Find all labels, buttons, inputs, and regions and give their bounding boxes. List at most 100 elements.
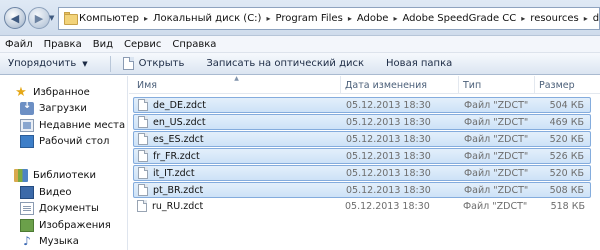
chevron-right-icon[interactable]: ▸ [348,14,352,23]
file-date: 05.12.2013 18:30 [345,200,430,212]
chevron-down-icon: ▼ [82,59,88,68]
breadcrumb-speedgrade[interactable]: Adobe SpeedGrade CC [402,13,516,24]
file-row[interactable]: it_IT.zdct 05.12.2013 18:30 Файл "ZDCT" 520… [133,165,591,181]
file-name: ru_RU.zdct [152,200,204,212]
nav-libraries[interactable]: Библиотеки [14,167,96,183]
chevron-right-icon[interactable]: ▸ [266,14,270,23]
file-icon [138,133,148,145]
file-size: 469 КБ [549,116,584,128]
nav-music[interactable]: ♪ Музыка [20,233,79,249]
chevron-right-icon[interactable]: ▸ [584,14,588,23]
documents-library-icon [20,201,34,215]
nav-video[interactable]: Видео [20,184,72,200]
file-icon [137,200,147,212]
file-size: 518 КБ [550,200,585,212]
chevron-right-icon[interactable]: ▸ [144,14,148,23]
navigation-pane: ★ Избранное Загрузки Недавние места Рабо… [0,76,128,250]
breadcrumb-resources[interactable]: resources [530,13,578,24]
organize-label: Упорядочить [8,58,77,69]
file-row[interactable]: es_ES.zdct 05.12.2013 18:30 Файл "ZDCT" 520… [133,131,591,147]
nav-pictures[interactable]: Изображения [20,217,111,233]
file-name-cell: es_ES.zdct [138,132,204,146]
downloads-folder-icon [20,100,34,115]
nav-recent-label: Недавние места [39,119,126,131]
file-icon [138,167,148,179]
file-icon [138,150,148,162]
breadcrumb-program-files[interactable]: Program Files [275,13,342,24]
file-size: 504 КБ [549,99,584,111]
file-type: Файл "ZDCT" [464,184,529,196]
new-folder-label: Новая папка [386,58,453,69]
forward-button[interactable]: ▶ [28,7,50,29]
nav-recent-places[interactable]: Недавние места [20,117,125,133]
file-icon [138,99,148,111]
file-type: Файл "ZDCT" [464,167,529,179]
column-header-date[interactable]: Дата изменения [341,76,459,94]
file-row[interactable]: de_DE.zdct 05.12.2013 18:30 Файл "ZDCT" 504… [133,97,591,113]
recent-pages-dropdown-icon[interactable]: ▼ [49,14,54,22]
file-name: en_US.zdct [153,116,206,128]
nav-documents-label: Документы [39,202,99,214]
menu-tools[interactable]: Сервис [124,39,161,50]
file-date: 05.12.2013 18:30 [346,99,431,111]
file-size: 520 КБ [549,167,584,179]
file-row[interactable]: en_US.zdct 05.12.2013 18:30 Файл "ZDCT" 469… [133,114,591,130]
menu-help[interactable]: Справка [172,39,216,50]
organize-button[interactable]: Упорядочить ▼ [8,58,88,69]
file-type: Файл "ZDCT" [464,116,529,128]
video-library-icon [20,185,34,199]
file-date: 05.12.2013 18:30 [346,150,431,162]
nav-desktop-label: Рабочий стол [39,135,110,147]
breadcrumb-dict[interactable]: dict [593,13,599,24]
file-row[interactable]: pt_BR.zdct 05.12.2013 18:30 Файл "ZDCT" 508… [133,182,591,198]
file-name-cell: ru_RU.zdct [137,199,203,213]
sort-ascending-icon: ▲ [234,75,239,82]
file-name-cell: fr_FR.zdct [138,149,200,163]
file-date: 05.12.2013 18:30 [346,167,431,179]
toolbar-divider [109,55,111,72]
libraries-icon [14,168,28,182]
breadcrumb-local-disk[interactable]: Локальный диск (C:) [153,13,262,24]
column-header-type[interactable]: Тип [459,76,535,94]
column-header-row: ▲ Имя Дата изменения Тип Размер [129,76,600,94]
file-name: pt_BR.zdct [153,184,204,196]
breadcrumb[interactable]: ▸ Компьютер ▸ Локальный диск (C:) ▸ Prog… [58,7,600,30]
file-icon [138,116,148,128]
menu-file[interactable]: Файл [5,39,33,50]
file-name: de_DE.zdct [153,99,206,111]
nav-favorites[interactable]: ★ Избранное [14,84,90,100]
open-button[interactable]: Открыть [122,57,185,70]
burn-disc-button[interactable]: Записать на оптический диск [206,58,364,69]
file-icon [122,57,134,70]
chevron-right-icon[interactable]: ▸ [521,14,525,23]
menu-edit[interactable]: Правка [44,39,82,50]
pictures-library-icon [20,218,34,232]
file-row[interactable]: fr_FR.zdct 05.12.2013 18:30 Файл "ZDCT" 526… [133,148,591,164]
nav-documents[interactable]: Документы [20,200,99,216]
file-type: Файл "ZDCT" [464,99,529,111]
file-name-cell: pt_BR.zdct [138,183,203,197]
file-date: 05.12.2013 18:30 [346,184,431,196]
file-name: it_IT.zdct [153,167,195,179]
chevron-right-icon[interactable]: ▸ [393,14,397,23]
back-button[interactable]: ◀ [4,7,26,29]
nav-pictures-label: Изображения [39,219,111,231]
nav-desktop[interactable]: Рабочий стол [20,133,109,149]
file-row[interactable]: ru_RU.zdct 05.12.2013 18:30 Файл "ZDCT" 518… [133,199,591,215]
nav-favorites-label: Избранное [33,86,90,98]
new-folder-button[interactable]: Новая папка [386,58,452,69]
open-label: Открыть [138,58,185,69]
desktop-icon [20,134,34,148]
star-icon: ★ [15,84,27,100]
file-size: 508 КБ [549,184,584,196]
breadcrumb-computer[interactable]: Компьютер [79,13,139,24]
column-header-size[interactable]: Размер [535,76,595,94]
file-type: Файл "ZDCT" [464,150,529,162]
recent-places-icon [20,118,34,132]
column-header-name[interactable]: ▲ Имя [133,76,341,94]
arrow-left-icon: ◀ [10,11,20,25]
nav-downloads[interactable]: Загрузки [20,100,87,116]
menu-view[interactable]: Вид [93,39,113,50]
nav-libraries-label: Библиотеки [33,169,97,181]
breadcrumb-adobe[interactable]: Adobe [357,13,389,24]
